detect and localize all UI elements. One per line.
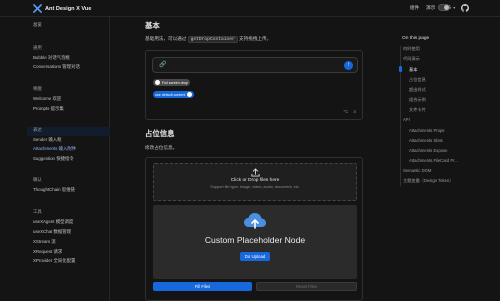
toc-item-placeholder[interactable]: 占位信息 bbox=[409, 77, 426, 83]
toc-item-design-token[interactable]: 主题变量（Design Token） bbox=[403, 178, 453, 184]
toc-item-attachments-slots[interactable]: Attachments Slots bbox=[409, 138, 443, 143]
do-upload-button[interactable]: Do Upload bbox=[239, 252, 271, 261]
section-heading-placeholder: 占位信息 bbox=[145, 129, 175, 138]
demo-placeholder-card: Click or Drop files here Support file ty… bbox=[145, 157, 363, 301]
toc-item-semantic-dom[interactable]: Semantic DOM bbox=[403, 168, 431, 173]
switch-knob bbox=[155, 80, 160, 85]
toc-item-file-card[interactable]: 文件卡片 bbox=[409, 107, 426, 113]
switch-label: Full screen drop bbox=[162, 80, 188, 85]
switch-label: use default content bbox=[155, 92, 186, 97]
upload-icon bbox=[250, 168, 260, 177]
section-heading-basic: 基本 bbox=[145, 21, 160, 30]
placeholder-title: Custom Placeholder Node bbox=[204, 235, 306, 245]
sidebar-item-bubble[interactable]: Bubble 对话气泡框 bbox=[33, 55, 70, 61]
send-button[interactable]: ↑ bbox=[344, 61, 353, 70]
cloud-upload-icon bbox=[244, 213, 266, 229]
desc-text-after: 支持拖拽上传。 bbox=[239, 36, 272, 41]
sidebar-item-thoughtchain[interactable]: ThoughtChain 思维链 bbox=[33, 187, 75, 193]
custom-placeholder-area[interactable]: Custom Placeholder Node Do Upload bbox=[153, 205, 357, 279]
sidebar-item-usexchat[interactable]: useXChat 数据管理 bbox=[33, 229, 71, 235]
app-title: Ant Design X Vue bbox=[45, 5, 92, 12]
section-desc-basic: 基础用法，可以通过 getDropContainer 支持拖拽上传。 bbox=[145, 36, 272, 43]
section-desc-placeholder: 修改占位信息。 bbox=[145, 145, 178, 150]
copy-icon[interactable]: ≡ bbox=[353, 109, 356, 115]
switch-knob bbox=[187, 92, 193, 97]
sidebar-item-overview[interactable]: 总览 bbox=[33, 22, 42, 28]
chevron-down-icon: ▼ bbox=[452, 6, 456, 10]
sidebar-group-confirm: 确认 bbox=[33, 177, 42, 182]
toc-active-marker bbox=[399, 66, 402, 72]
drop-subtitle: Support file type: image, video, audio, … bbox=[210, 185, 300, 189]
ant-design-x-logo-icon bbox=[33, 4, 42, 13]
nav-components[interactable]: 组件 bbox=[410, 5, 419, 11]
sidebar-item-xprovider[interactable]: XProvider 全局化配置 bbox=[33, 258, 75, 264]
sidebar-group-tools: 工具 bbox=[33, 209, 42, 214]
expand-code-icon[interactable]: ⌥ bbox=[343, 109, 348, 115]
default-content-switch-row: use default content bbox=[153, 91, 195, 98]
theme-toggle[interactable] bbox=[438, 4, 450, 11]
inline-code: getDropContainer bbox=[187, 36, 238, 43]
fill-files-button[interactable]: Fill Files bbox=[153, 282, 252, 291]
sidebar-item-xrequest[interactable]: XRequest 请求 bbox=[33, 249, 62, 255]
sidebar-item-welcome[interactable]: Welcome 欢迎 bbox=[33, 96, 61, 102]
desc-text-before: 基础用法，可以通过 bbox=[145, 36, 187, 41]
toc-item-attachments-props[interactable]: Attachments Props bbox=[409, 128, 444, 133]
toc-item-filecard-props[interactable]: Attachments.FileCard Pr... bbox=[409, 158, 458, 163]
sidebar-item-suggestion[interactable]: Suggestion 快捷指令 bbox=[33, 156, 74, 162]
sidebar-item-conversations[interactable]: Conversations 管理对话 bbox=[33, 64, 80, 70]
sidebar-group-express: 表达 bbox=[33, 127, 42, 132]
arrow-up-icon: ↑ bbox=[347, 62, 350, 68]
toc-item-basic[interactable]: 基本 bbox=[409, 67, 417, 73]
toc-item-overflow[interactable]: 超出样式 bbox=[409, 87, 426, 93]
theme-toggle-knob bbox=[444, 5, 449, 10]
sidebar-group-wake: 唤醒 bbox=[33, 86, 42, 91]
drop-area[interactable]: Click or Drop files here Support file ty… bbox=[153, 163, 357, 201]
demo-toolbar: ⌥ ≡ bbox=[343, 109, 356, 115]
sidebar-item-usexagent[interactable]: useXAgent 模型调度 bbox=[33, 219, 73, 225]
paperclip-icon[interactable]: 🔗 bbox=[159, 61, 166, 68]
top-header: Ant Design X Vue 组件 演示 更多▼ bbox=[0, 0, 500, 17]
reset-files-button[interactable]: Reset Files bbox=[256, 282, 357, 291]
sidebar-item-xstream[interactable]: XStream 流 bbox=[33, 239, 56, 245]
sidebar-group-general: 通用 bbox=[33, 45, 42, 50]
logo[interactable]: Ant Design X Vue bbox=[33, 4, 91, 13]
nav-demos[interactable]: 演示 bbox=[426, 5, 435, 11]
sidebar-item-attachments[interactable]: Attachments 输入附件 bbox=[33, 146, 76, 152]
toc-item-examples[interactable]: 代码演示 bbox=[403, 56, 420, 62]
demo-basic-card: 🔗 ↑ Full screen drop use default content… bbox=[145, 50, 363, 120]
drop-title: Click or Drop files here bbox=[230, 178, 280, 183]
toc-item-combination[interactable]: 组合示例 bbox=[409, 97, 426, 103]
toc-title: On this page bbox=[402, 36, 430, 41]
sender-input[interactable]: 🔗 ↑ bbox=[152, 57, 358, 73]
sidebar-item-sender[interactable]: Sender 输入框 bbox=[33, 137, 62, 143]
fullscreen-drop-switch[interactable]: Full screen drop bbox=[153, 79, 190, 86]
sidebar-item-prompts[interactable]: Prompts 提示集 bbox=[33, 106, 64, 112]
toc-item-attachments-expose[interactable]: Attachments Expose bbox=[409, 148, 447, 153]
toc-item-api[interactable]: API bbox=[403, 117, 410, 122]
fullscreen-switch-row: Full screen drop bbox=[153, 79, 190, 86]
demo-actions: Fill Files Reset Files bbox=[153, 282, 357, 291]
default-content-switch[interactable]: use default content bbox=[153, 91, 195, 98]
github-icon[interactable] bbox=[461, 4, 469, 12]
toc-item-when-to-use[interactable]: 何时使用 bbox=[403, 46, 420, 52]
